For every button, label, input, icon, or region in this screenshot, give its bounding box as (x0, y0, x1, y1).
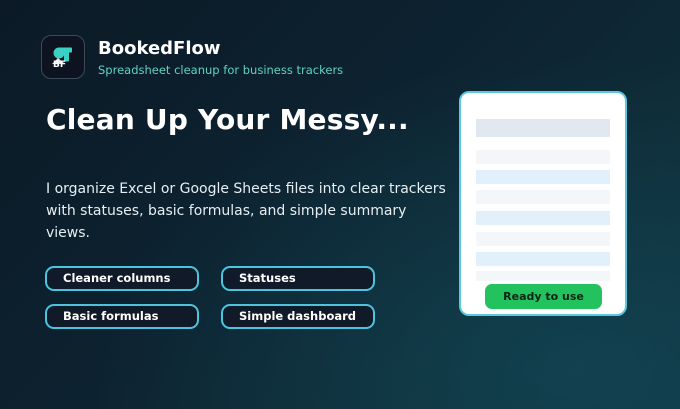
service-description: I organize Excel or Google Sheets files … (46, 181, 446, 241)
spreadsheet-logo-icon (52, 47, 72, 64)
logo-letters: BF (53, 60, 67, 70)
spreadsheet-preview-card: Ready to use (459, 91, 627, 316)
feature-chip-basic-formulas: Basic formulas (45, 304, 199, 329)
feature-chip-simple-dashboard: Simple dashboard (221, 304, 375, 329)
sheet-row (476, 150, 610, 164)
brand-name: BookedFlow (98, 38, 221, 59)
page-headline: Clean Up Your Messy... (46, 103, 409, 136)
sheet-row (476, 232, 610, 246)
sheet-row (476, 252, 610, 266)
ready-to-use-button[interactable]: Ready to use (485, 284, 602, 309)
sheet-row (476, 170, 610, 184)
sheet-row (476, 271, 610, 281)
app-logo: BF (41, 35, 85, 79)
feature-chip-statuses: Statuses (221, 266, 375, 291)
feature-chip-cleaner-columns: Cleaner columns (45, 266, 199, 291)
sheet-header-row (476, 119, 610, 137)
sheet-row (476, 211, 610, 225)
sheet-row (476, 190, 610, 204)
brand-tagline: Spreadsheet cleanup for business tracker… (98, 63, 344, 77)
